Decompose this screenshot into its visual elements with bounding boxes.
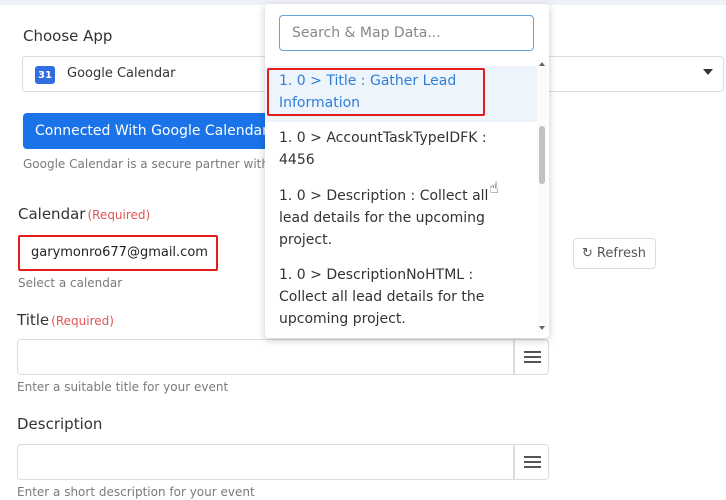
description-label: Description [17, 415, 103, 433]
scroll-thumb[interactable] [539, 126, 545, 184]
description-help: Enter a short description for your event [17, 485, 255, 499]
dropdown-scrollbar[interactable] [537, 60, 547, 332]
map-data-search-input[interactable]: Search & Map Data... [279, 15, 534, 51]
refresh-label: Refresh [596, 246, 646, 261]
title-input[interactable] [17, 339, 514, 375]
map-data-dropdown: Search & Map Data... 1. 0 > Title : Gath… [265, 4, 549, 338]
selected-option-outline [267, 68, 485, 116]
title-label-text: Title [17, 311, 50, 329]
calendar-label-text: Calendar [18, 205, 86, 223]
required-indicator: (Required) [87, 208, 151, 222]
dropdown-option-accounttasktype[interactable]: 1. 0 > AccountTaskTypeIDFK : 4456 [279, 127, 529, 171]
scroll-down-icon[interactable] [539, 326, 545, 330]
required-indicator: (Required) [51, 314, 114, 328]
refresh-button[interactable]: ↻ Refresh [573, 238, 656, 269]
calendar-select[interactable]: garymonro677@gmail.com [18, 235, 218, 271]
description-map-menu-button[interactable] [514, 444, 549, 480]
hand-cursor-icon: ☝ [489, 178, 499, 197]
hamburger-icon [524, 351, 541, 353]
connected-button[interactable]: Connected With Google Calendar [23, 113, 273, 149]
title-map-menu-button[interactable] [514, 339, 549, 375]
selected-app-name: Google Calendar [67, 66, 176, 81]
description-input[interactable] [17, 444, 514, 480]
google-calendar-icon: 31 [35, 66, 55, 84]
chevron-down-icon[interactable] [703, 69, 713, 75]
dropdown-option-description-nohtml[interactable]: 1. 0 > DescriptionNoHTML : Collect all l… [279, 264, 529, 330]
calendar-label: Calendar (Required) [18, 205, 150, 223]
connection-note: Google Calendar is a secure partner with… [23, 157, 287, 171]
hamburger-icon [524, 456, 541, 458]
refresh-icon: ↻ [582, 246, 593, 261]
title-help: Enter a suitable title for your event [17, 380, 229, 394]
title-label: Title (Required) [17, 311, 114, 329]
scroll-up-icon[interactable] [539, 62, 545, 66]
choose-app-label: Choose App [23, 27, 113, 45]
calendar-help: Select a calendar [18, 276, 123, 290]
